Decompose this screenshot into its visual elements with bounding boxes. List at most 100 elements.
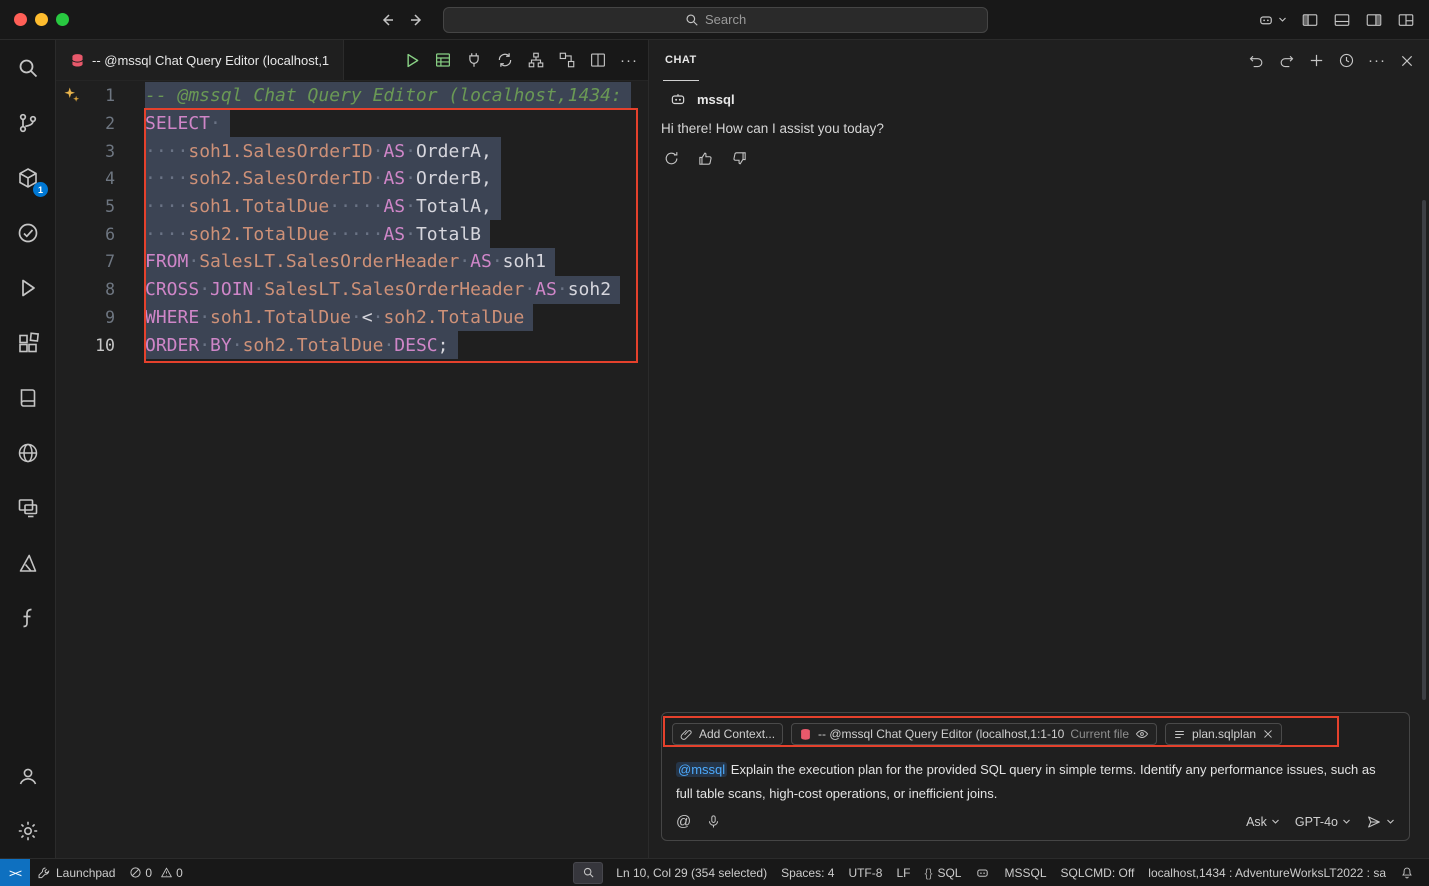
code-line[interactable]: 3····soh1.SalesOrderID·AS·OrderA,: [56, 137, 648, 165]
check-circle-icon: [16, 221, 40, 245]
error-icon: [129, 866, 142, 879]
editor-tab[interactable]: -- @mssql Chat Query Editor (localhost,1: [56, 40, 344, 80]
settings-button[interactable]: [0, 803, 55, 858]
code-line[interactable]: 2SELECT·: [56, 110, 648, 138]
chat-tab[interactable]: CHAT: [663, 40, 699, 81]
eye-icon[interactable]: [1135, 727, 1149, 741]
send-button[interactable]: [1366, 814, 1395, 830]
package-view-button[interactable]: 1: [0, 150, 55, 205]
new-chat-icon[interactable]: [1308, 52, 1325, 69]
copilot-menu-button[interactable]: [1257, 11, 1287, 29]
code-editor[interactable]: 1-- @mssql Chat Query Editor (localhost,…: [56, 81, 648, 858]
mention-icon[interactable]: @: [676, 813, 691, 830]
toggle-primary-sidebar-button[interactable]: [1301, 11, 1319, 29]
minimize-window-button[interactable]: [35, 13, 48, 26]
toggle-panel-button[interactable]: [1333, 11, 1351, 29]
fabric-view-button[interactable]: [0, 590, 55, 645]
source-control-view-button[interactable]: [0, 95, 55, 150]
chat-input-text[interactable]: @mssql Explain the execution plan for th…: [676, 758, 1376, 805]
web-view-button[interactable]: [0, 425, 55, 480]
code-line[interactable]: 8CROSS·JOIN·SalesLT.SalesOrderHeader·AS·…: [56, 276, 648, 304]
problems-status-item[interactable]: 0 0: [122, 859, 189, 886]
file-context-chip[interactable]: -- @mssql Chat Query Editor (localhost,1…: [791, 723, 1157, 745]
toggle-secondary-sidebar-button[interactable]: [1365, 11, 1383, 29]
run-query-button[interactable]: [399, 47, 425, 73]
thumbs-down-icon[interactable]: [731, 150, 748, 167]
thumbs-up-icon[interactable]: [697, 150, 714, 167]
navigate-forward-button[interactable]: [409, 12, 425, 28]
sqlcmd-status-item[interactable]: SQLCMD: Off: [1054, 859, 1142, 886]
change-connection-button[interactable]: [492, 47, 518, 73]
more-actions-button[interactable]: ···: [616, 47, 642, 73]
code-line[interactable]: 1-- @mssql Chat Query Editor (localhost,…: [56, 82, 648, 110]
accounts-button[interactable]: [0, 748, 55, 803]
magnifier-status-item[interactable]: [573, 862, 603, 884]
code-line[interactable]: 4····soh2.SalesOrderID·AS·OrderB,: [56, 165, 648, 193]
more-actions-icon[interactable]: ···: [1368, 52, 1386, 69]
regenerate-icon[interactable]: [663, 150, 680, 167]
docs-view-button[interactable]: [0, 370, 55, 425]
connection-status-item[interactable]: localhost,1434 : AdventureWorksLT2022 : …: [1141, 859, 1393, 886]
redo-icon[interactable]: [1278, 52, 1295, 69]
disconnect-button[interactable]: [461, 47, 487, 73]
title-bar: Search: [0, 0, 1429, 40]
maximize-window-button[interactable]: [56, 13, 69, 26]
navigate-back-button[interactable]: [379, 12, 395, 28]
code-line[interactable]: 9WHERE·soh1.TotalDue·<·soh2.TotalDue: [56, 304, 648, 332]
undo-icon[interactable]: [1248, 52, 1265, 69]
add-context-chip[interactable]: Add Context...: [672, 723, 783, 745]
copilot-sparkle-icon[interactable]: [63, 86, 81, 109]
launchpad-status-item[interactable]: Launchpad: [30, 859, 122, 886]
model-dropdown[interactable]: GPT-4o: [1295, 815, 1351, 829]
indentation-status-item[interactable]: Spaces: 4: [774, 859, 841, 886]
chat-panel: CHAT ··· mssql Hi there! How ca: [648, 40, 1429, 858]
code-line[interactable]: 5····soh1.TotalDue·····AS·TotalA,: [56, 193, 648, 221]
close-panel-icon[interactable]: [1399, 53, 1415, 69]
database-icon: [70, 53, 85, 68]
scrollbar[interactable]: [1422, 200, 1426, 700]
launchpad-icon: [37, 866, 51, 880]
remote-indicator[interactable]: ><: [0, 859, 30, 886]
file-lines-icon: [1173, 728, 1186, 741]
copilot-status-item[interactable]: [968, 859, 997, 886]
notifications-button[interactable]: [1393, 859, 1421, 886]
plan-file-chip[interactable]: plan.sqlplan: [1165, 723, 1282, 745]
book-icon: [16, 386, 40, 410]
eol-status-item[interactable]: LF: [889, 859, 917, 886]
cursor-position-status-item[interactable]: Ln 10, Col 29 (354 selected): [609, 859, 774, 886]
command-center-search[interactable]: Search: [443, 7, 988, 33]
chat-history-icon[interactable]: [1338, 52, 1355, 69]
activity-bar: 1: [0, 40, 56, 858]
mssql-status-item[interactable]: MSSQL: [997, 859, 1053, 886]
code-line[interactable]: 10ORDER·BY·soh2.TotalDue·DESC;: [56, 331, 648, 359]
context-attachments-row: Add Context... -- @mssql Chat Query Edit…: [672, 720, 1399, 748]
customize-layout-button[interactable]: [1397, 11, 1415, 29]
chevron-down-icon: [1342, 817, 1351, 826]
query-hierarchy-button[interactable]: [523, 47, 549, 73]
remote-explorer-view-button[interactable]: [0, 480, 55, 535]
extensions-view-button[interactable]: [0, 315, 55, 370]
remove-chip-icon[interactable]: [1262, 728, 1274, 740]
language-status-item[interactable]: {} SQL: [917, 859, 968, 886]
close-window-button[interactable]: [14, 13, 27, 26]
run-debug-view-button[interactable]: [0, 260, 55, 315]
tasks-view-button[interactable]: [0, 205, 55, 260]
chat-panel-header: CHAT ···: [649, 40, 1429, 81]
estimated-plan-button[interactable]: [430, 47, 456, 73]
query-plan-button[interactable]: [554, 47, 580, 73]
encoding-status-item[interactable]: UTF-8: [841, 859, 889, 886]
mode-label: Ask: [1246, 815, 1267, 829]
split-editor-button[interactable]: [585, 47, 611, 73]
code-line[interactable]: 6····soh2.TotalDue·····AS·TotalB: [56, 220, 648, 248]
code-text-selected: FROM·SalesLT.SalesOrderHeader·AS·soh1: [145, 248, 555, 276]
code-line[interactable]: 7FROM·SalesLT.SalesOrderHeader·AS·soh1: [56, 248, 648, 276]
microphone-icon[interactable]: [706, 814, 721, 829]
line-number: 5: [56, 193, 115, 221]
search-view-button[interactable]: [0, 40, 55, 95]
mode-dropdown[interactable]: Ask: [1246, 815, 1280, 829]
chat-input-container[interactable]: Add Context... -- @mssql Chat Query Edit…: [661, 712, 1410, 841]
chat-input-toolbar: @ Ask GPT-4o: [676, 813, 1395, 830]
azure-view-button[interactable]: [0, 535, 55, 590]
search-icon: [16, 56, 40, 80]
chat-messages: mssql Hi there! How can I assist you tod…: [649, 81, 1429, 712]
